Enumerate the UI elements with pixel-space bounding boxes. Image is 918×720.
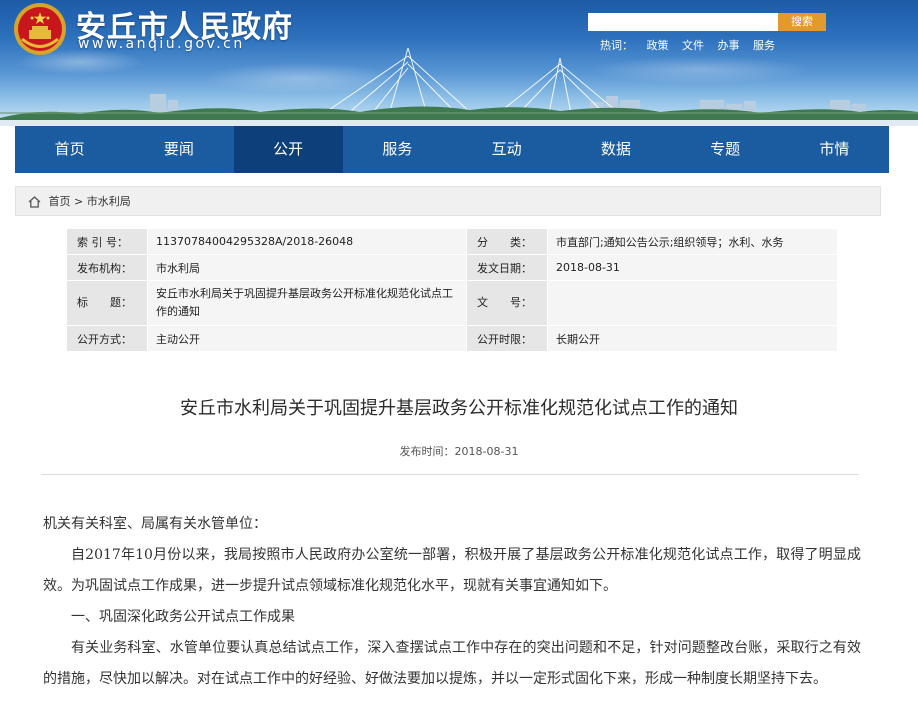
home-icon [28,196,41,208]
nav-item-topics[interactable]: 专题 [671,126,780,173]
breadcrumb-home-link[interactable]: 首页 [49,195,71,208]
hotwords-label: 热词： [600,39,633,52]
table-row: 发布机构： 市水利局 发文日期： 2018-08-31 [66,254,838,281]
breadcrumb-current[interactable]: 市水利局 [87,195,131,208]
period-label: 公开时限： [466,325,548,352]
date-value: 2018-08-31 [547,254,838,281]
nav-item-interaction[interactable]: 互动 [452,126,561,173]
docno-label: 文 号： [466,280,548,326]
article-paragraph: 自2017年10月份以来，我局按照市人民政府办公室统一部署，积极开展了基层政务公… [43,547,861,594]
method-label: 公开方式： [66,325,148,352]
article-salutation: 机关有关科室、局属有关水管单位： [43,516,267,532]
national-emblem-icon [14,3,66,55]
hotwords-bar: 热词： 政策 文件 办事 服务 [600,37,785,53]
title-label: 标 题： [66,280,148,326]
search-input[interactable] [588,13,778,31]
site-url: www.anqiu.gov.cn [78,36,245,52]
hotword-link-service[interactable]: 服务 [753,39,775,52]
index-value: 11370784004295328A/2018-26048 [147,228,467,255]
table-row: 标 题： 安丘市水利局关于巩固提升基层政务公开标准化规范化试点工作的通知 文 号… [66,280,838,326]
nav-item-service[interactable]: 服务 [343,126,452,173]
nav-item-city-info[interactable]: 市情 [780,126,889,173]
document-meta-table: 索 引 号： 11370784004295328A/2018-26048 分 类… [66,228,838,352]
hotword-link-document[interactable]: 文件 [682,39,704,52]
title-value: 安丘市水利局关于巩固提升基层政务公开标准化规范化试点工作的通知 [147,280,467,326]
category-label: 分 类： [466,228,548,255]
publisher-label: 发布机构： [66,254,148,281]
nav-item-public[interactable]: 公开 [233,126,343,173]
publisher-value: 市水利局 [147,254,467,281]
table-row: 公开方式： 主动公开 公开时限： 长期公开 [66,325,838,352]
publish-time: 发布时间：2018-08-31 [399,445,519,458]
table-row: 索 引 号： 11370784004295328A/2018-26048 分 类… [66,228,838,255]
article-title: 安丘市水利局关于巩固提升基层政务公开标准化规范化试点工作的通知 [180,398,738,419]
main-nav: 首页 要闻 公开 服务 互动 数据 专题 市情 [15,126,889,173]
docno-value [547,280,838,326]
breadcrumb: 首页 > 市水利局 [15,186,881,216]
hotword-link-policy[interactable]: 政策 [647,39,669,52]
article-section-heading: 一、巩固深化政务公开试点工作成果 [71,609,295,625]
method-value: 主动公开 [147,325,467,352]
date-label: 发文日期： [466,254,548,281]
nav-item-home[interactable]: 首页 [15,126,124,173]
nav-item-data[interactable]: 数据 [561,126,670,173]
breadcrumb-separator: > [74,195,84,208]
index-label: 索 引 号： [66,228,148,255]
period-value: 长期公开 [547,325,838,352]
category-value: 市直部门;通知公告公示;组织领导；水利、水务 [547,228,838,255]
article-paragraph: 有关业务科室、水管单位要认真总结试点工作，深入查摆试点工作中存在的突出问题和不足… [43,640,861,687]
title-divider [41,474,859,475]
search-button[interactable]: 搜索 [778,13,826,31]
site-header: 安丘市人民政府 www.anqiu.gov.cn 搜索 热词： 政策 文件 办事… [0,0,918,126]
nav-item-news[interactable]: 要闻 [124,126,233,173]
hotword-link-affairs[interactable]: 办事 [718,39,740,52]
article-body: 机关有关科室、局属有关水管单位： 自2017年10月份以来，我局按照市人民政府办… [43,509,861,695]
